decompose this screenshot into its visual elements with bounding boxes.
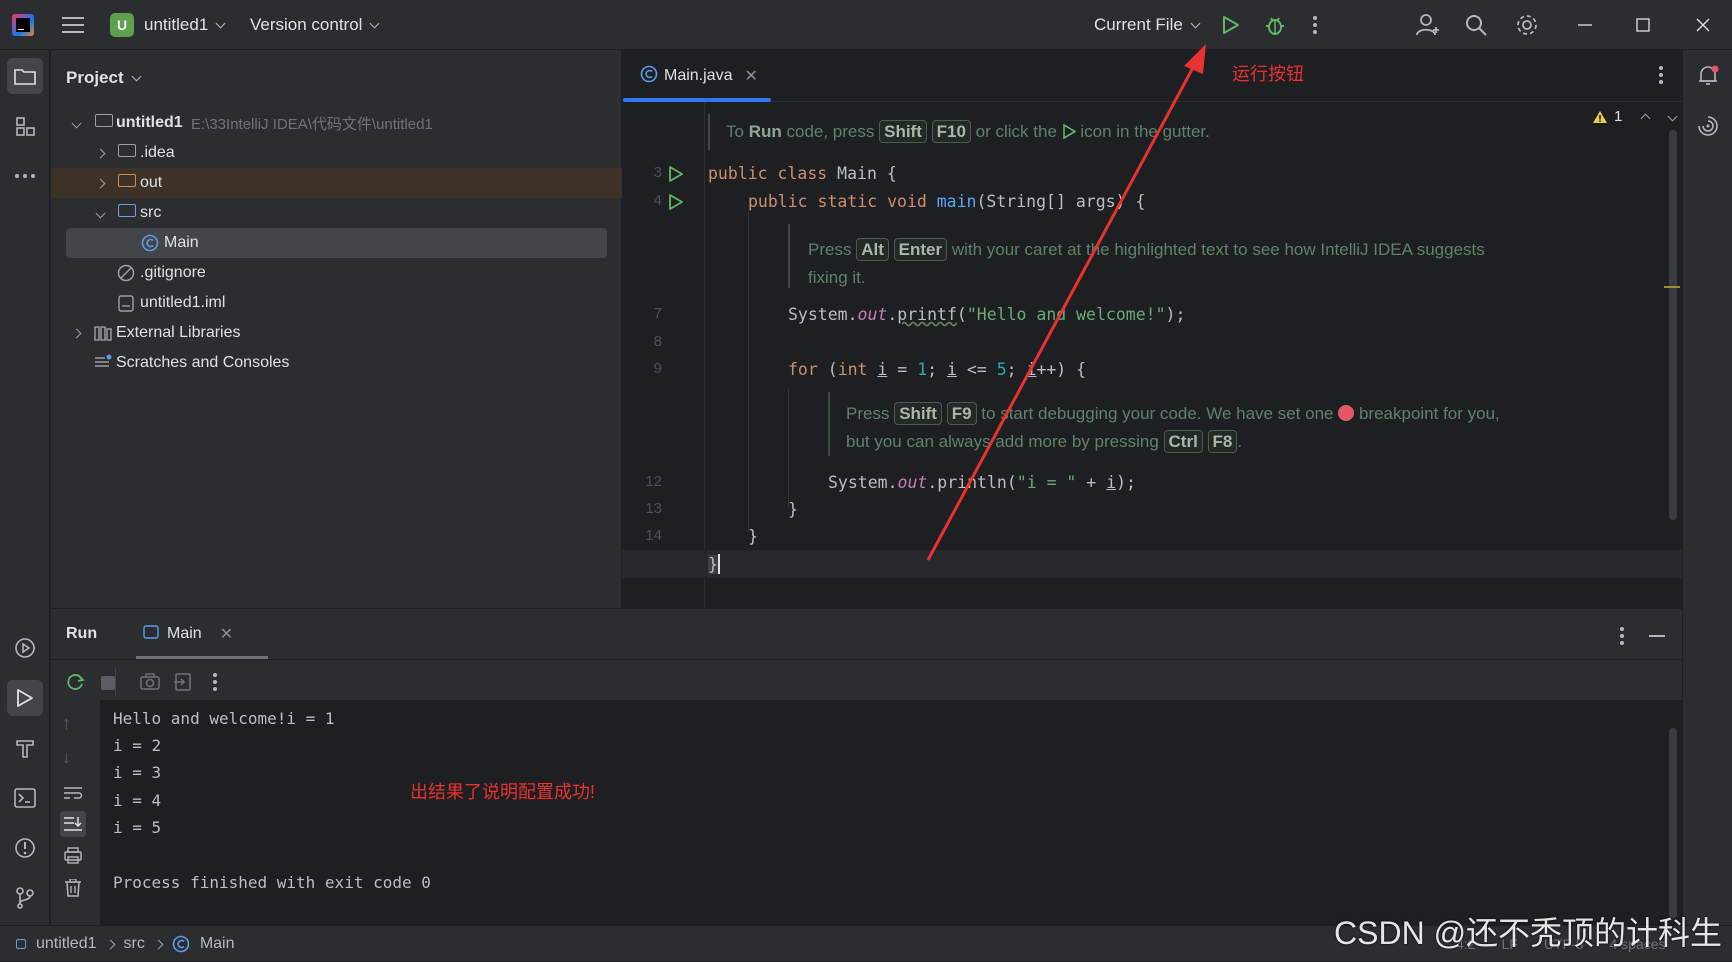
csdn-watermark: CSDN @还不秃顶的计科生: [1334, 915, 1723, 951]
annotation-result-note: 出结果了说明配置成功!: [410, 782, 595, 802]
annotation-arrow: [926, 44, 1206, 561]
annotation-run-button-note: 运行按钮: [1232, 64, 1304, 84]
